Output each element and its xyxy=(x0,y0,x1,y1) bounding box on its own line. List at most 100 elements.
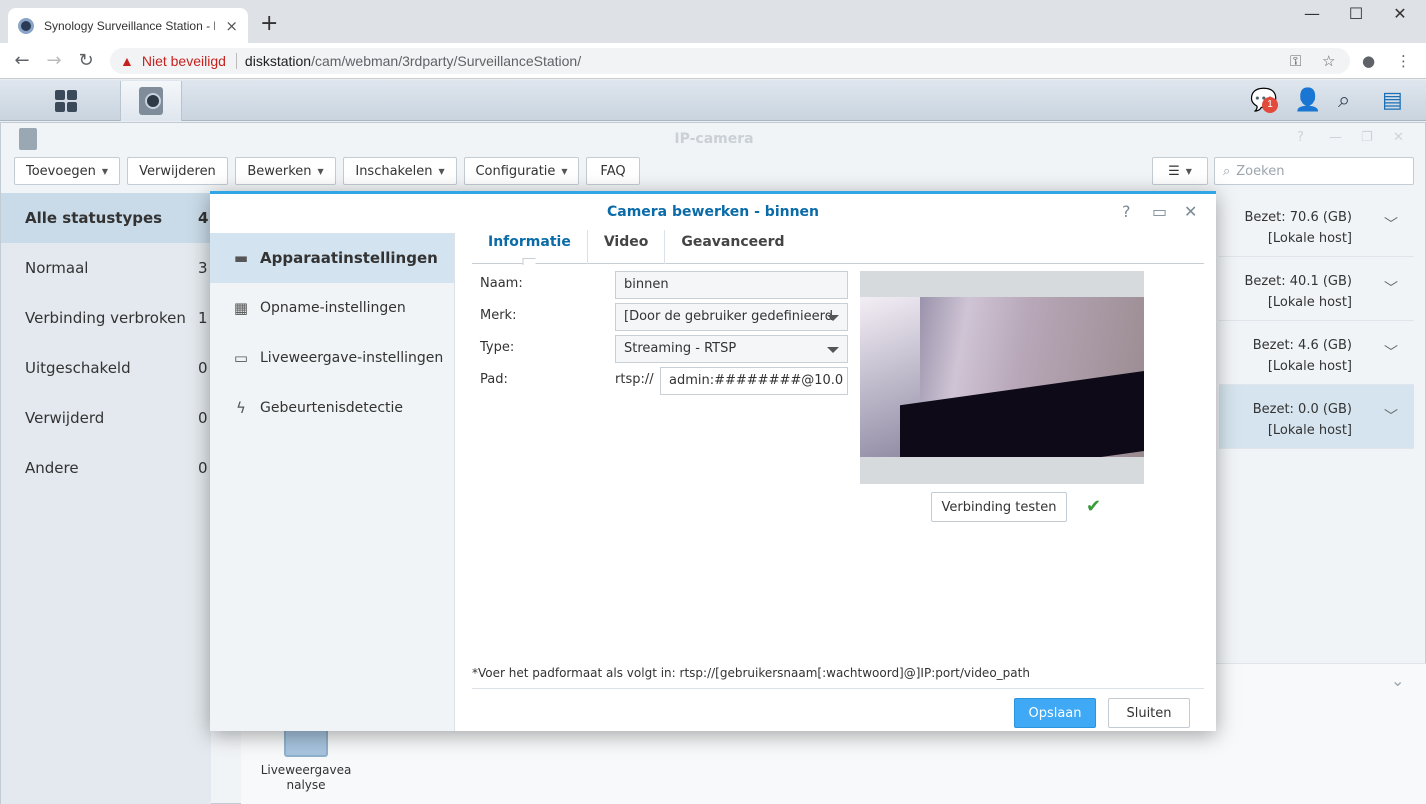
help-icon[interactable]: ? xyxy=(1122,202,1131,221)
footer-divider xyxy=(472,688,1204,689)
chevron-down-icon[interactable]: ﹀ xyxy=(1384,407,1398,428)
address-bar[interactable]: ▲ Niet beveiligd diskstation /cam/webman… xyxy=(110,48,1350,74)
caret-down-icon: ▼ xyxy=(317,166,324,176)
add-button[interactable]: Toevoegen ▼ xyxy=(14,157,120,185)
brand-label: Merk: xyxy=(480,308,517,323)
browser-tab[interactable]: Synology Surveillance Station - D × xyxy=(8,8,248,43)
save-button[interactable]: Opslaan xyxy=(1014,698,1096,728)
status-item-all[interactable]: Alle statustypes 4 xyxy=(1,193,211,243)
camera-row[interactable]: Bezet: 40.1 (GB) [Lokale host] ﹀ xyxy=(1219,257,1414,321)
url-host: diskstation xyxy=(244,53,312,69)
new-tab-button[interactable]: + xyxy=(260,12,278,36)
forward-arrow-icon[interactable]: → xyxy=(42,49,66,73)
tab-information[interactable]: Informatie xyxy=(472,230,588,264)
surveillance-station-taskbar-button[interactable] xyxy=(120,81,182,121)
status-item-disconnected[interactable]: Verbinding verbroken 1 xyxy=(1,293,211,343)
faq-button[interactable]: FAQ xyxy=(586,157,640,185)
configuration-button[interactable]: Configuratie ▼ xyxy=(464,157,579,185)
remove-button-label: Verwijderen xyxy=(139,163,216,179)
browser-tabstrip: Synology Surveillance Station - D × + — … xyxy=(0,0,1426,43)
camera-row[interactable]: Bezet: 4.6 (GB) [Lokale host] ﹀ xyxy=(1219,321,1414,385)
lightning-icon: ϟ xyxy=(236,399,246,417)
security-warning[interactable]: Niet beveiligd xyxy=(142,53,226,69)
camera-icon: ▬ xyxy=(233,249,249,267)
close-icon[interactable]: ✕ xyxy=(1184,202,1197,221)
key-icon[interactable]: ⚿ xyxy=(1290,52,1301,70)
status-filter-panel: Alle statustypes 4 Normaal 3 Verbinding ve… xyxy=(1,193,211,804)
path-format-hint: *Voer het padformaat als volgt in: rtsp:… xyxy=(472,666,1030,680)
search-placeholder: Zoeken xyxy=(1236,163,1285,179)
tab-close-icon[interactable]: × xyxy=(225,17,238,35)
maximize-button[interactable]: ☐ xyxy=(1334,4,1378,28)
camera-row[interactable]: Bezet: 70.6 (GB) [Lokale host] ﹀ xyxy=(1219,193,1414,257)
storage-host: [Lokale host] xyxy=(1267,359,1352,374)
caret-down-icon: ▼ xyxy=(101,166,108,176)
minimize-button[interactable]: — xyxy=(1290,4,1334,28)
warning-triangle-icon: ▲ xyxy=(120,53,134,69)
sidebar-item-label: Liveweergave-instellingen xyxy=(260,350,444,366)
status-item-removed[interactable]: Verwijderd 0 xyxy=(1,393,211,443)
chevron-down-icon[interactable]: ﹀ xyxy=(1384,279,1398,300)
status-item-normal[interactable]: Normaal 3 xyxy=(1,243,211,293)
storage-host: [Lokale host] xyxy=(1267,295,1352,310)
sidebar-item-recording-settings[interactable]: ▦ Opname-instellingen xyxy=(210,283,454,333)
tab-title: Synology Surveillance Station - D xyxy=(44,18,216,33)
chevron-down-icon[interactable]: ﹀ xyxy=(1384,215,1398,236)
chevron-down-icon[interactable]: ﹀ xyxy=(1384,343,1398,364)
sidebar-item-device-settings[interactable]: ▬ Apparaatinstellingen xyxy=(210,233,454,283)
brand-value: [Door de gebruiker gedefinieerd xyxy=(624,309,833,324)
menu-kebab-icon[interactable]: ⋮ xyxy=(1396,52,1411,70)
app-toolbar: Toevoegen ▼ Verwijderen Bewerken ▼ Inschak… xyxy=(1,157,1426,189)
minimize-icon[interactable]: — xyxy=(1329,130,1342,145)
reload-icon[interactable]: ↻ xyxy=(74,49,98,73)
browser-toolbar: ← → ↻ ▲ Niet beveiligd diskstation /cam/… xyxy=(0,43,1426,79)
name-field[interactable]: binnen xyxy=(615,271,848,299)
test-connection-button[interactable]: Verbinding testen xyxy=(931,492,1067,522)
close-icon[interactable]: ✕ xyxy=(1393,130,1404,145)
double-chevron-down-icon[interactable]: ⌄ xyxy=(1391,671,1404,690)
status-item-disabled[interactable]: Uitgeschakeld 0 xyxy=(1,343,211,393)
search-input[interactable]: ⌕ Zoeken xyxy=(1214,157,1414,185)
camera-list: Bezet: 70.6 (GB) [Lokale host] ﹀ Bezet: 40… xyxy=(1219,193,1414,449)
enable-button[interactable]: Inschakelen ▼ xyxy=(343,157,457,185)
back-arrow-icon[interactable]: ← xyxy=(10,49,34,73)
storage-host: [Lokale host] xyxy=(1267,231,1352,246)
maximize-icon[interactable]: ▭ xyxy=(1152,202,1167,221)
search-icon[interactable]: ⌕ xyxy=(1338,88,1350,113)
path-field[interactable]: admin:########@10.0 xyxy=(660,367,848,395)
camera-preview xyxy=(860,271,1144,484)
sidebar-item-liveview-settings[interactable]: ▭ Liveweergave-instellingen xyxy=(210,333,454,383)
user-icon[interactable]: 👤 xyxy=(1294,88,1321,113)
remove-button[interactable]: Verwijderen xyxy=(127,157,228,185)
profile-icon[interactable]: ● xyxy=(1362,52,1375,70)
close-button[interactable]: Sluiten xyxy=(1108,698,1190,728)
edit-button[interactable]: Bewerken ▼ xyxy=(235,157,336,185)
status-item-other[interactable]: Andere 0 xyxy=(1,443,211,493)
camera-row[interactable]: Bezet: 0.0 (GB) [Lokale host] ﹀ xyxy=(1219,385,1414,449)
brand-select[interactable]: [Door de gebruiker gedefinieerd xyxy=(615,303,848,331)
status-count: 0 xyxy=(198,359,208,377)
test-connection-label: Verbinding testen xyxy=(941,499,1057,515)
help-icon[interactable]: ? xyxy=(1297,130,1304,145)
dropdown-arrow-icon xyxy=(827,347,839,353)
live-view-analytics-shortcut[interactable]: Liveweergavea nalyse xyxy=(241,723,371,803)
tab-bar: Informatie Video Geavanceerd xyxy=(472,230,1204,264)
restore-icon[interactable]: ❐ xyxy=(1361,130,1373,145)
sort-button[interactable]: ☰ ▼ xyxy=(1152,157,1208,185)
status-label: Alle statustypes xyxy=(25,209,163,227)
url-path: /cam/webman/3rdparty/SurveillanceStation… xyxy=(311,53,582,69)
type-select[interactable]: Streaming - RTSP xyxy=(615,335,848,363)
faq-button-label: FAQ xyxy=(600,163,626,179)
path-label: Pad: xyxy=(480,372,508,387)
sidebar-item-event-detection[interactable]: ϟ Gebeurtenisdetectie xyxy=(210,383,454,433)
widgets-icon[interactable]: ▤ xyxy=(1382,88,1403,113)
tab-video[interactable]: Video xyxy=(588,230,666,264)
live-video-frame xyxy=(860,297,1144,457)
main-menu-button[interactable] xyxy=(20,81,112,121)
sidebar-item-label: Opname-instellingen xyxy=(260,300,406,316)
close-window-button[interactable]: ✕ xyxy=(1378,4,1422,28)
status-label: Verbinding verbroken xyxy=(25,309,186,327)
shortcut-label: Liveweergavea nalyse xyxy=(260,763,352,792)
tab-advanced[interactable]: Geavanceerd xyxy=(665,230,800,264)
star-icon[interactable]: ☆ xyxy=(1322,52,1335,70)
